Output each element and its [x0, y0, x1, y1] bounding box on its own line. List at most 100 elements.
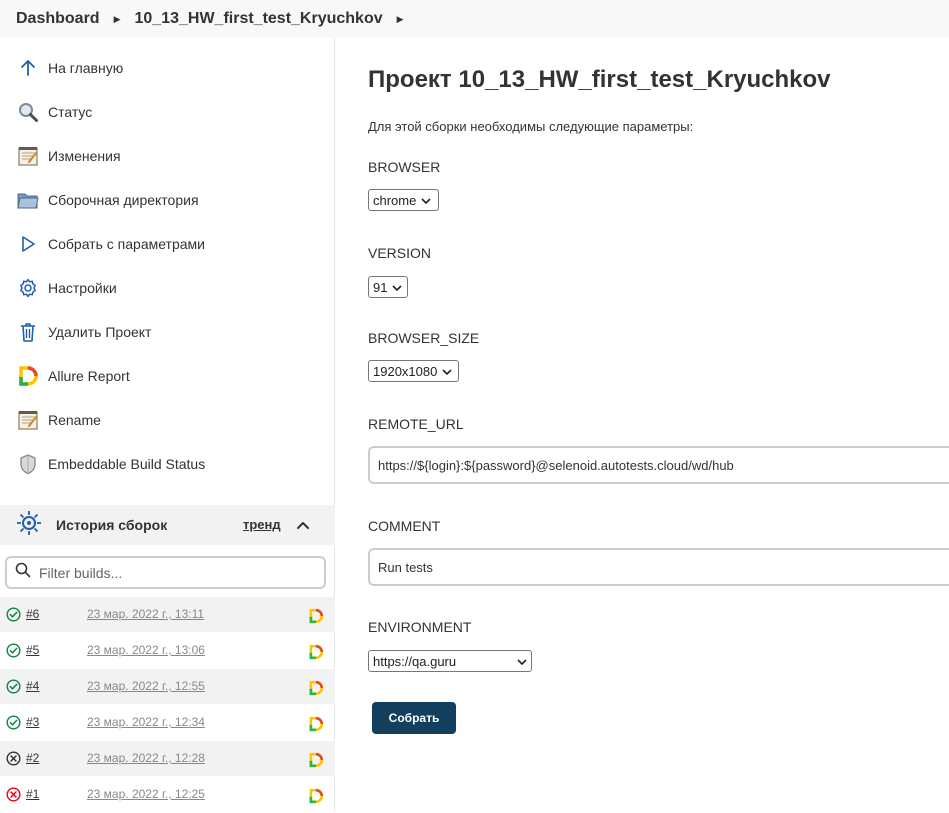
allure-icon[interactable] [308, 680, 324, 701]
chevron-down-icon [517, 654, 527, 669]
allure-icon[interactable] [308, 788, 324, 809]
build-number-link[interactable]: #5 [26, 643, 39, 657]
success-icon [6, 643, 21, 663]
success-icon [6, 607, 21, 627]
build-date-link[interactable]: 23 мар. 2022 г., 12:28 [87, 751, 205, 765]
task-label: Rename [48, 412, 101, 428]
allure-icon[interactable] [308, 716, 324, 737]
notepad-icon [16, 144, 40, 168]
build-number-link[interactable]: #4 [26, 679, 39, 693]
chevron-down-icon [392, 280, 403, 295]
build-row: #2 23 мар. 2022 г., 12:28 [0, 741, 335, 777]
task-allure-report[interactable]: Allure Report [0, 354, 334, 398]
build-history-title: История сборок [56, 517, 168, 533]
task-rename[interactable]: Rename [0, 398, 334, 442]
failed-icon [6, 787, 21, 807]
task-label: Удалить Проект [48, 324, 152, 340]
build-history: История сборок тренд #6 23 мар. 2022 г.,… [0, 505, 335, 813]
task-workspace[interactable]: Сборочная директория [0, 178, 334, 222]
param-label-comment: COMMENT [368, 518, 441, 534]
task-embeddable-build-status[interactable]: Embeddable Build Status [0, 442, 334, 486]
build-row: #5 23 мар. 2022 г., 13:06 [0, 633, 335, 669]
build-number-link[interactable]: #6 [26, 607, 39, 621]
select-value: https://qa.guru [373, 653, 457, 669]
select-value: 91 [373, 279, 388, 295]
breadcrumb-project[interactable]: 10_13_HW_first_test_Kryuchkov [135, 10, 383, 28]
version-select[interactable]: 91 [368, 276, 408, 298]
comment-input[interactable]: Run tests [368, 548, 949, 586]
task-build-with-params[interactable]: Собрать с параметрами [0, 222, 334, 266]
param-label-browser-size: BROWSER_SIZE [368, 330, 480, 346]
allure-icon[interactable] [308, 608, 324, 629]
task-label: Allure Report [48, 368, 130, 384]
build-row: #4 23 мар. 2022 г., 12:55 [0, 669, 335, 705]
build-date-link[interactable]: 23 мар. 2022 г., 13:11 [87, 607, 204, 621]
build-date-link[interactable]: 23 мар. 2022 г., 13:06 [87, 643, 205, 657]
param-label-remote-url: REMOTE_URL [368, 416, 464, 432]
folder-icon [16, 188, 40, 212]
chevron-up-icon[interactable] [296, 518, 310, 537]
browser-size-select[interactable]: 1920x1080 [368, 360, 459, 382]
task-changes[interactable]: Изменения [0, 134, 334, 178]
build-date-link[interactable]: 23 мар. 2022 г., 12:34 [87, 715, 205, 729]
environment-select[interactable]: https://qa.guru [368, 650, 532, 672]
build-row: #1 23 мар. 2022 г., 12:25 [0, 777, 335, 813]
build-row: #3 23 мар. 2022 г., 12:34 [0, 705, 335, 741]
build-number-link[interactable]: #3 [26, 715, 39, 729]
parameters-description: Для этой сборки необходимы следующие пар… [368, 119, 694, 134]
chevron-down-icon [421, 193, 431, 208]
trend-link[interactable]: тренд [243, 517, 281, 532]
param-label-environment: ENVIRONMENT [368, 619, 472, 635]
history-icon [16, 510, 42, 541]
task-configure[interactable]: Настройки [0, 266, 334, 310]
breadcrumb-chevron-icon[interactable]: ▶ [114, 14, 121, 25]
allure-icon[interactable] [308, 752, 324, 773]
aborted-icon [6, 751, 21, 771]
browser-select[interactable]: chrome [368, 189, 439, 211]
notepad-icon [16, 408, 40, 432]
success-icon [6, 715, 21, 735]
task-label: Статус [48, 104, 93, 120]
arrow-up-icon [16, 56, 40, 80]
build-date-link[interactable]: 23 мар. 2022 г., 12:25 [87, 787, 205, 801]
remote-url-input[interactable]: https://${login}:${password}@selenoid.au… [368, 446, 949, 484]
page-title: Проект 10_13_HW_first_test_Kryuchkov [368, 66, 831, 93]
input-value: https://${login}:${password}@selenoid.au… [378, 457, 734, 473]
task-home[interactable]: На главную [0, 46, 334, 90]
task-label: Настройки [48, 280, 117, 296]
param-label-browser: BROWSER [368, 159, 441, 175]
task-label: Изменения [48, 148, 121, 164]
task-label: Сборочная директория [48, 192, 199, 208]
breadcrumb-dashboard[interactable]: Dashboard [16, 10, 100, 28]
gear-icon [16, 276, 40, 300]
task-label: Собрать с параметрами [48, 236, 205, 252]
build-date-link[interactable]: 23 мар. 2022 г., 12:55 [87, 679, 205, 693]
breadcrumb-chevron-icon[interactable]: ▶ [397, 14, 404, 25]
task-delete-project[interactable]: Удалить Проект [0, 310, 334, 354]
build-list: #6 23 мар. 2022 г., 13:11 #5 23 мар. 202… [0, 597, 335, 813]
select-value: chrome [373, 192, 417, 208]
chevron-down-icon [442, 364, 452, 379]
task-label: Embeddable Build Status [48, 456, 206, 472]
build-history-header: История сборок тренд [0, 505, 335, 545]
input-value: Run tests [378, 559, 433, 575]
trash-icon [16, 320, 40, 344]
allure-icon [16, 364, 40, 388]
shield-icon [16, 452, 40, 476]
allure-icon[interactable] [308, 644, 324, 665]
build-number-link[interactable]: #1 [26, 787, 39, 801]
build-button[interactable]: Собрать [372, 702, 456, 734]
sidebar: На главную Статус Изменения Сборочная ди… [0, 38, 335, 813]
build-number-link[interactable]: #2 [26, 751, 39, 765]
play-icon [16, 232, 40, 256]
task-list: На главную Статус Изменения Сборочная ди… [0, 38, 334, 486]
task-status[interactable]: Статус [0, 90, 334, 134]
main-content: Проект 10_13_HW_first_test_Kryuchkov Для… [368, 38, 949, 734]
filter-builds-input[interactable] [37, 563, 307, 582]
search-icon [15, 562, 31, 583]
task-label: На главную [48, 60, 124, 76]
filter-builds-field[interactable] [5, 556, 326, 589]
param-label-version: VERSION [368, 245, 432, 261]
search-icon [16, 100, 40, 124]
select-value: 1920x1080 [373, 363, 438, 379]
